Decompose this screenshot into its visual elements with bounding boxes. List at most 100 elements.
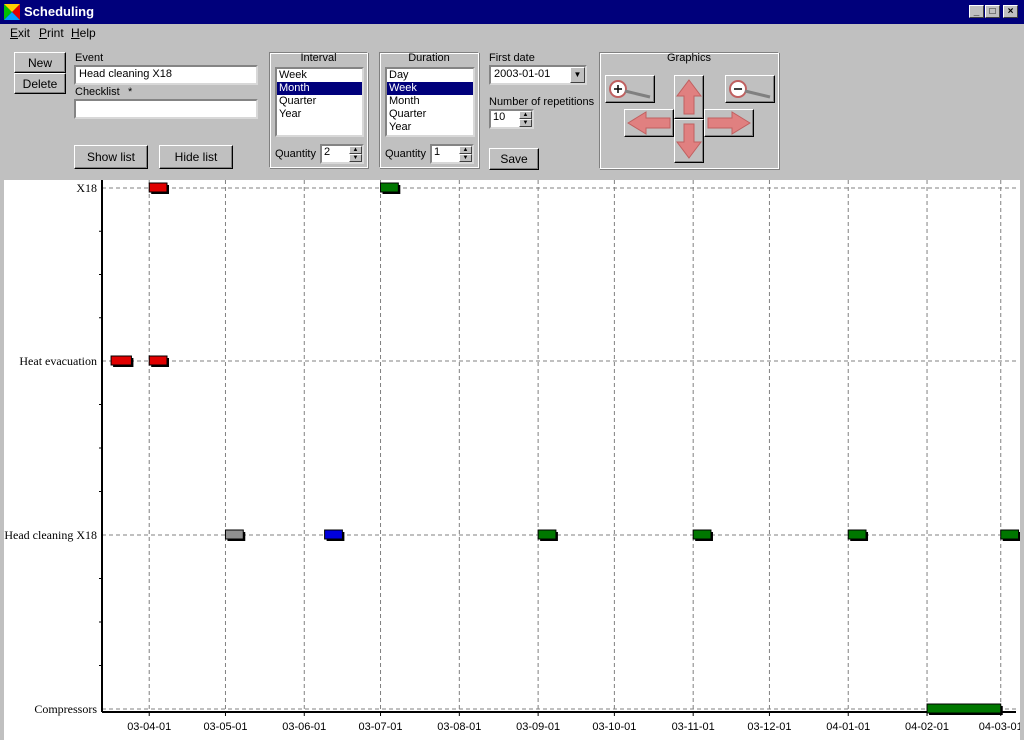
interval-option-selected[interactable]: Month	[277, 82, 362, 95]
schedule-bar[interactable]	[148, 182, 168, 193]
new-button[interactable]: New	[14, 52, 66, 73]
menu-bar: Exit Print Help	[0, 24, 1024, 42]
duration-option[interactable]: Year	[387, 121, 473, 134]
schedule-bar[interactable]	[148, 355, 168, 366]
duration-option[interactable]: Day	[387, 69, 473, 82]
x-tick-label: 04-02-01	[905, 721, 949, 733]
interval-listbox[interactable]: Week Month Quarter Year	[275, 67, 364, 137]
duration-quantity-value: 1	[434, 146, 441, 158]
zoom-in-icon	[609, 80, 651, 99]
menu-print[interactable]: Print	[39, 26, 64, 40]
category-label: Head cleaning X18	[4, 528, 97, 542]
category-label: Heat evacuation	[19, 354, 97, 368]
zoom-out-icon	[729, 80, 771, 99]
interval-quantity-label: Quantity	[275, 148, 316, 160]
x-tick-label: 03-05-01	[203, 721, 247, 733]
pan-up-button[interactable]	[674, 75, 704, 119]
arrow-up-icon	[676, 79, 702, 115]
graphics-title: Graphics	[666, 52, 712, 64]
duration-title: Duration	[408, 52, 450, 64]
interval-option[interactable]: Year	[277, 108, 362, 121]
x-tick-label: 04-03-01	[979, 721, 1020, 733]
zoom-in-button[interactable]	[605, 75, 655, 103]
spin-down-icon[interactable]: ▼	[519, 119, 532, 127]
x-tick-label: 04-01-01	[826, 721, 870, 733]
category-label: Compressors	[34, 702, 97, 716]
repetitions-value: 10	[493, 111, 506, 123]
pan-left-button[interactable]	[624, 109, 674, 137]
menu-exit-key: E	[10, 26, 19, 40]
schedule-bar[interactable]	[926, 703, 1002, 714]
interval-title: Interval	[300, 52, 337, 64]
event-label: Event	[75, 52, 104, 64]
schedule-bar[interactable]	[692, 529, 712, 540]
save-button[interactable]: Save	[489, 148, 539, 170]
show-list-button[interactable]: Show list	[74, 145, 148, 169]
pan-right-button[interactable]	[704, 109, 754, 137]
interval-option[interactable]: Week	[277, 69, 362, 82]
x-tick-label: 03-12-01	[747, 721, 791, 733]
repetitions-label: Number of repetitions	[489, 96, 595, 108]
category-label: X18	[76, 181, 97, 195]
menu-exit-rest: xit	[18, 26, 31, 40]
schedule-bar[interactable]	[847, 529, 867, 540]
minimize-icon[interactable]: _	[969, 5, 984, 18]
menu-exit[interactable]: Exit	[10, 26, 30, 40]
menu-print-key: P	[39, 26, 48, 40]
duration-quantity-stepper[interactable]: 1 ▲ ▼	[430, 144, 474, 164]
delete-button[interactable]: Delete	[14, 73, 66, 94]
interval-quantity-stepper[interactable]: 2 ▲ ▼	[320, 144, 364, 164]
schedule-bar[interactable]	[537, 529, 557, 540]
menu-print-rest: rint	[47, 26, 64, 40]
schedule-bar[interactable]	[110, 355, 132, 366]
app-icon	[4, 4, 20, 20]
close-icon[interactable]: ×	[1003, 5, 1018, 18]
arrow-down-icon	[676, 123, 702, 159]
schedule-bar[interactable]	[1000, 529, 1020, 540]
checklist-label: Checklist	[75, 86, 120, 98]
graphics-group: Graphics	[599, 52, 779, 169]
repetitions-stepper[interactable]: 10 ▲ ▼	[489, 109, 534, 129]
x-tick-label: 03-11-01	[672, 721, 715, 733]
first-date-select[interactable]: 2003-01-01 ▼	[489, 65, 587, 85]
window-title: Scheduling	[24, 4, 95, 19]
event-input[interactable]: Head cleaning X18	[74, 65, 258, 85]
spin-up-icon[interactable]: ▲	[349, 146, 362, 154]
hide-list-button[interactable]: Hide list	[159, 145, 233, 169]
duration-option-selected[interactable]: Week	[387, 82, 473, 95]
duration-listbox[interactable]: Day Week Month Quarter Year	[385, 67, 475, 137]
checklist-required-marker: *	[128, 86, 133, 98]
interval-quantity-value: 2	[324, 146, 331, 158]
duration-group: Duration Day Week Month Quarter Year Qua…	[379, 52, 479, 168]
duration-option[interactable]: Month	[387, 95, 473, 108]
schedule-chart[interactable]: X18 Heat evacuation Head cleaning X18 Compr…	[4, 180, 1020, 740]
menu-help[interactable]: Help	[71, 26, 96, 40]
gantt-chart-svg: X18 Heat evacuation Head cleaning X18 Compr…	[4, 180, 1020, 733]
title-bar: Scheduling _ □ ×	[0, 0, 1024, 24]
maximize-icon[interactable]: □	[985, 5, 1000, 18]
pan-down-button[interactable]	[674, 119, 704, 163]
arrow-right-icon	[707, 111, 751, 135]
spin-up-icon[interactable]: ▲	[519, 111, 532, 119]
menu-help-rest: elp	[79, 26, 96, 40]
spin-down-icon[interactable]: ▼	[459, 154, 472, 162]
interval-group: Interval Week Month Quarter Year Quantit…	[269, 52, 368, 168]
chevron-down-icon[interactable]: ▼	[570, 67, 585, 83]
checklist-input[interactable]	[74, 99, 258, 119]
zoom-out-button[interactable]	[725, 75, 775, 103]
first-date-value: 2003-01-01	[494, 68, 551, 80]
schedule-bar[interactable]	[224, 529, 244, 540]
control-panel: New Delete Event Head cleaning X18 Check…	[4, 42, 1020, 178]
duration-quantity-label: Quantity	[385, 148, 426, 160]
spin-up-icon[interactable]: ▲	[459, 146, 472, 154]
duration-option[interactable]: Quarter	[387, 108, 473, 121]
x-tick-label: 03-07-01	[359, 721, 403, 733]
x-tick-label: 03-06-01	[282, 721, 326, 733]
spin-down-icon[interactable]: ▼	[349, 154, 362, 162]
x-tick-label: 03-10-01	[592, 721, 636, 733]
menu-help-key: H	[71, 26, 80, 40]
schedule-bar[interactable]	[380, 182, 399, 193]
schedule-bar[interactable]	[324, 529, 343, 540]
interval-option[interactable]: Quarter	[277, 95, 362, 108]
arrow-left-icon	[627, 111, 671, 135]
